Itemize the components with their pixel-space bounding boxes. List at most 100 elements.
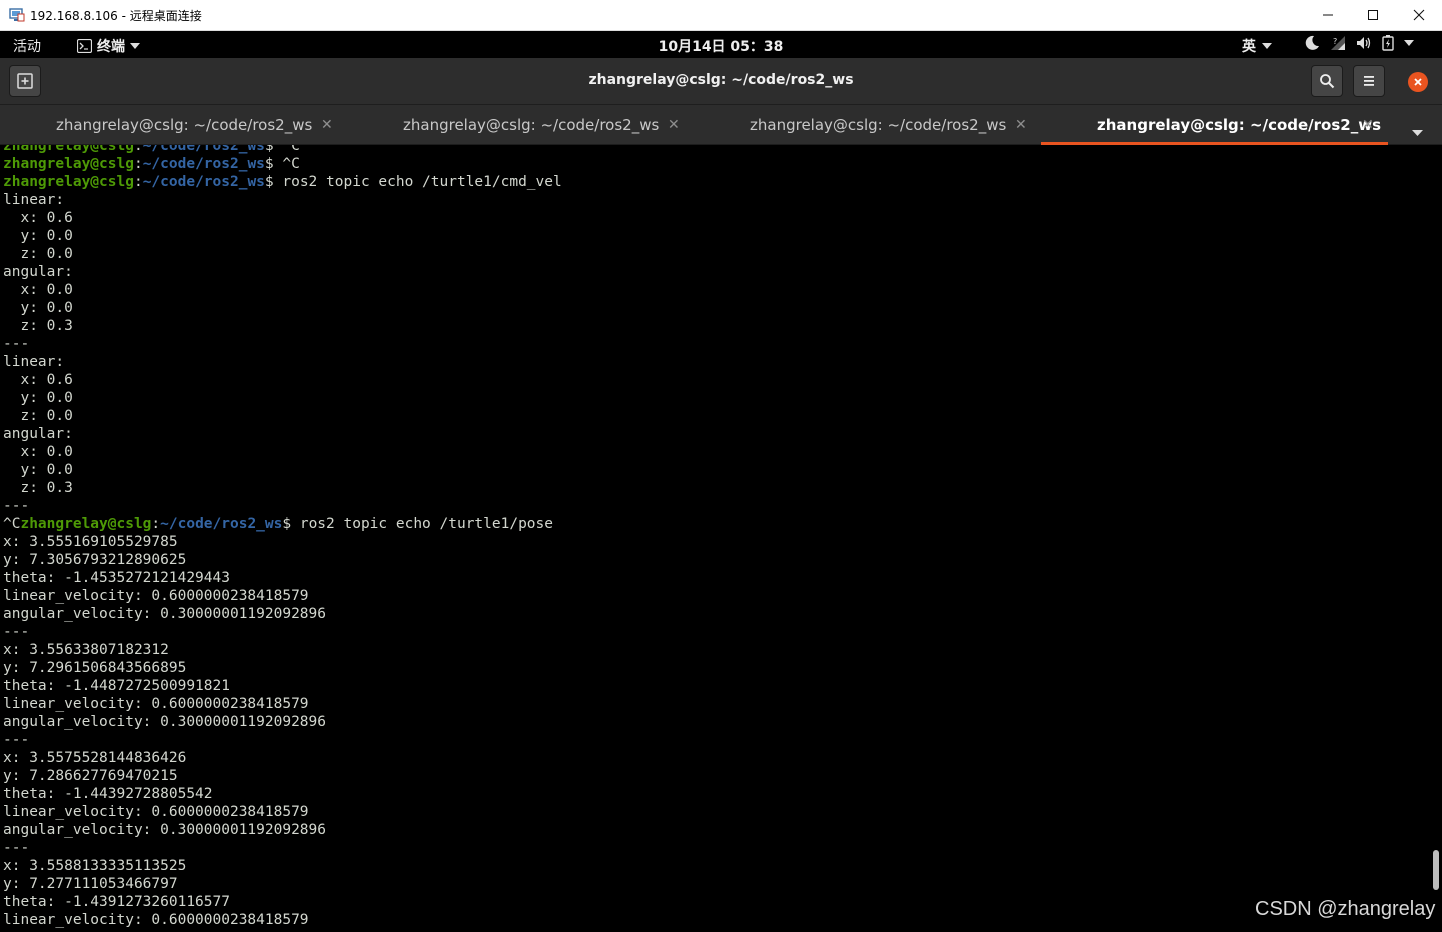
output-line: z: 0.0: [3, 246, 73, 262]
prompt-path: ~/code/ros2_ws: [142, 145, 265, 154]
prompt-user-host: zhangrelay@cslg: [3, 174, 134, 190]
terminal-tab-1[interactable]: zhangrelay@cslg: ~/code/ros2_ws ✕: [0, 105, 347, 145]
output-line: linear_velocity: 0.6000000238418579: [3, 696, 309, 712]
prompt-user-host: zhangrelay@cslg: [20, 516, 152, 532]
chevron-down-icon: [1404, 40, 1414, 46]
gnome-top-bar: 活动 终端 10月14日 05：38 英 ?: [0, 31, 1442, 58]
chevron-down-icon: [1262, 43, 1272, 49]
prompt-user-host: zhangrelay@cslg: [3, 145, 134, 154]
command-text: ros2 topic echo /turtle1/pose: [291, 516, 554, 532]
command-text: ^C: [273, 156, 300, 172]
tabs-dropdown-button[interactable]: [1412, 121, 1423, 140]
terminal-header-bar: zhangrelay@cslg: ~/code/ros2_ws: [0, 58, 1442, 105]
close-icon: [1414, 78, 1422, 86]
prompt-line: ^Czhangrelay@cslg:~/code/ros2_ws$ ros2 t…: [3, 515, 562, 533]
tab-close-icon[interactable]: ✕: [1362, 117, 1374, 133]
output-line: linear_velocity: 0.6000000238418579: [3, 804, 309, 820]
output-line: x: 0.6: [3, 372, 73, 388]
volume-icon: [1357, 37, 1371, 49]
command-text: ^C: [273, 145, 300, 154]
chevron-down-icon: [1412, 130, 1423, 136]
remote-desktop-icon: [9, 8, 25, 22]
output-line: linear:: [3, 192, 65, 208]
terminal-output[interactable]: zhangrelay@cslg:~/code/ros2_ws$ ^C zhangr…: [0, 145, 1432, 932]
output-line: x: 0.0: [3, 444, 73, 460]
tab-label: zhangrelay@cslg: ~/code/ros2_ws: [56, 116, 313, 134]
output-line: ---: [3, 336, 30, 352]
prompt-dollar: $: [264, 174, 274, 190]
prompt-line: zhangrelay@cslg:~/code/ros2_ws$ ros2 top…: [3, 173, 562, 191]
output-line: y: 7.2961506843566895: [3, 660, 187, 676]
prompt-separator: :: [133, 156, 143, 172]
prompt-separator: :: [133, 145, 143, 154]
output-line: linear:: [3, 354, 65, 370]
terminal-tab-4-active[interactable]: zhangrelay@cslg: ~/code/ros2_ws ✕: [1041, 105, 1388, 145]
svg-text:?: ?: [1333, 37, 1337, 46]
output-line: x: 3.555169105529785: [3, 534, 178, 550]
watermark: CSDN @zhangrelay: [1255, 898, 1436, 920]
maximize-button[interactable]: [1350, 0, 1396, 30]
output-line: z: 0.3: [3, 480, 73, 496]
tab-close-icon[interactable]: ✕: [1015, 117, 1027, 133]
terminal-lines: zhangrelay@cslg:~/code/ros2_ws$ ^C zhangr…: [3, 145, 562, 929]
output-line: y: 0.0: [3, 390, 73, 406]
minimize-icon: [1323, 14, 1333, 16]
output-line: angular:: [3, 426, 73, 442]
output-line: ---: [3, 624, 30, 640]
minimize-button[interactable]: [1305, 0, 1351, 30]
output-line: theta: -1.4391273260116577: [3, 894, 230, 910]
output-line: x: 3.55633807182312: [3, 642, 169, 658]
search-button[interactable]: [1311, 65, 1343, 97]
close-window-button[interactable]: [1396, 0, 1442, 30]
output-line: y: 7.277111053466797: [3, 876, 178, 892]
close-icon: [1413, 9, 1425, 21]
output-line: x: 0.0: [3, 282, 73, 298]
output-line: ---: [3, 498, 30, 514]
prompt-line: zhangrelay@cslg:~/code/ros2_ws$ ^C: [3, 145, 562, 155]
output-line: theta: -1.4487272500991821: [3, 678, 230, 694]
output-line: ---: [3, 732, 30, 748]
terminal-tab-3[interactable]: zhangrelay@cslg: ~/code/ros2_ws ✕: [694, 105, 1041, 145]
output-line: angular:: [3, 264, 73, 280]
tab-bar: zhangrelay@cslg: ~/code/ros2_ws ✕ zhangr…: [0, 105, 1442, 145]
output-line: y: 0.0: [3, 228, 73, 244]
output-line: x: 3.5575528144836426: [3, 750, 187, 766]
terminal-scrollbar[interactable]: [1432, 145, 1442, 932]
prompt-path: ~/code/ros2_ws: [142, 174, 265, 190]
tab-close-icon[interactable]: ✕: [321, 117, 333, 133]
command-text: ros2 topic echo /turtle1/cmd_vel: [273, 174, 562, 190]
output-line: theta: -1.4535272121429443: [3, 570, 230, 586]
tab-label: zhangrelay@cslg: ~/code/ros2_ws: [1097, 116, 1382, 134]
output-line: x: 0.6: [3, 210, 73, 226]
prompt-dollar: $: [264, 145, 274, 154]
rdp-window-title: 192.168.8.106 - 远程桌面连接: [30, 9, 202, 23]
terminal-window-title: zhangrelay@cslg: ~/code/ros2_ws: [588, 72, 854, 88]
clock[interactable]: 10月14日 05：38: [0, 36, 1442, 56]
input-method-label: 英: [1242, 39, 1256, 55]
output-line: linear_velocity: 0.6000000238418579: [3, 588, 309, 604]
output-line: x: 3.5588133335113525: [3, 858, 187, 874]
prompt-separator: :: [151, 516, 161, 532]
system-status-menu[interactable]: ?: [1304, 35, 1414, 51]
prompt-path: ~/code/ros2_ws: [142, 156, 265, 172]
network-icon: ?: [1331, 36, 1345, 50]
night-light-icon: [1305, 35, 1319, 50]
battery-icon: [1382, 35, 1394, 51]
output-line: y: 7.3056793212890625: [3, 552, 187, 568]
menu-button[interactable]: [1353, 65, 1385, 97]
prompt-dollar: $: [264, 156, 274, 172]
tab-label: zhangrelay@cslg: ~/code/ros2_ws: [750, 116, 1007, 134]
prompt-separator: :: [133, 174, 143, 190]
output-line: ---: [3, 840, 30, 856]
output-line: theta: -1.44392728805542: [3, 786, 213, 802]
prompt-line: zhangrelay@cslg:~/code/ros2_ws$ ^C: [3, 155, 562, 173]
scrollbar-thumb[interactable]: [1433, 850, 1439, 890]
tab-close-icon[interactable]: ✕: [668, 117, 680, 133]
output-line: y: 7.286627769470215: [3, 768, 178, 784]
terminal-tab-2[interactable]: zhangrelay@cslg: ~/code/ros2_ws ✕: [347, 105, 694, 145]
output-line: angular_velocity: 0.30000001192092896: [3, 606, 327, 622]
input-method-menu[interactable]: 英: [1242, 36, 1272, 56]
search-icon: [1320, 74, 1335, 89]
close-terminal-button[interactable]: [1408, 72, 1428, 92]
hamburger-menu-icon: [1364, 76, 1374, 86]
